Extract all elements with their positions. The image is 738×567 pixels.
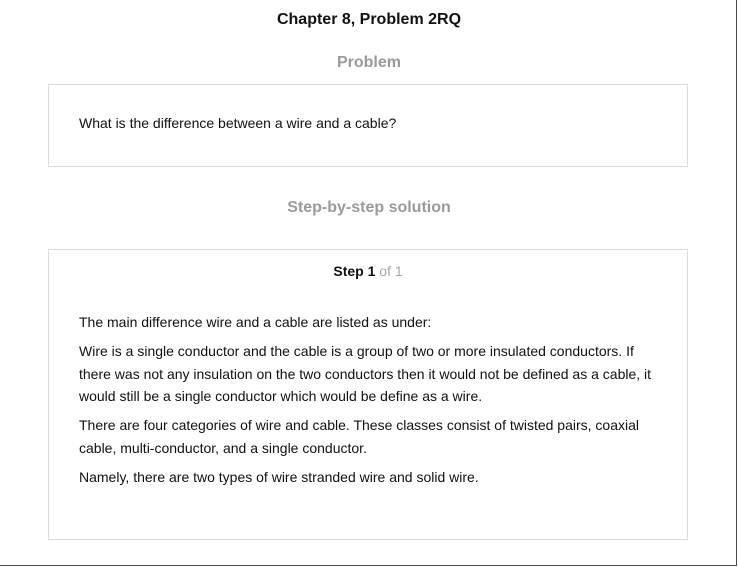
problem-card: What is the difference between a wire an… — [48, 84, 688, 167]
solution-heading: Step-by-step solution — [287, 199, 451, 216]
chapter-title: Chapter 8, Problem 2RQ — [276, 11, 462, 28]
problem-heading: Problem — [336, 54, 401, 71]
solution-paragraph: Wire is a single conductor and the cable… — [79, 343, 652, 404]
solution-paragraph: The main difference wire and a cable are… — [79, 314, 432, 330]
solution-paragraph: There are four categories of wire and ca… — [79, 417, 640, 456]
problem-text: What is the difference between a wire an… — [79, 115, 397, 131]
step-header: Step 1 of 1 — [49, 263, 687, 279]
step-count: of 1 — [375, 263, 403, 279]
solution-paragraph: Namely, there are two types of wire stra… — [79, 468, 479, 485]
step-label: Step 1 — [333, 263, 376, 279]
step-body: The main difference wire and a cable are… — [79, 311, 657, 495]
solution-card: Step 1 of 1 The main difference wire and… — [48, 249, 688, 540]
